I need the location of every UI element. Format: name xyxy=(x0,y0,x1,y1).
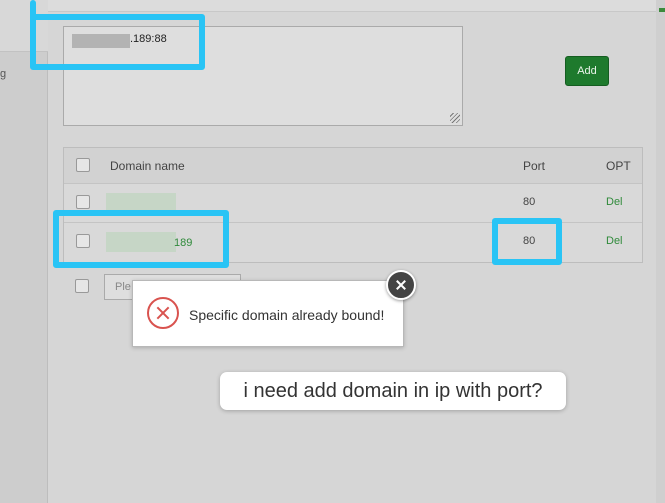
select-all-checkbox[interactable] xyxy=(76,158,90,172)
background-right-edge xyxy=(655,0,665,503)
highlight-stroke xyxy=(30,0,36,20)
highlight-domain xyxy=(53,210,229,268)
row-port: 80 xyxy=(523,196,536,208)
add-button[interactable]: Add xyxy=(565,56,609,86)
delete-link[interactable]: Del xyxy=(606,235,623,247)
row-checkbox[interactable] xyxy=(76,195,90,209)
annotation-question: i need add domain in ip with port? xyxy=(220,372,566,410)
new-row-checkbox[interactable] xyxy=(75,279,89,293)
highlight-ip-port xyxy=(30,14,205,70)
highlight-port xyxy=(492,218,562,265)
close-icon[interactable] xyxy=(386,270,416,300)
table-header-row: Domain name Port OPT xyxy=(64,148,642,184)
column-header-opt: OPT xyxy=(606,159,631,173)
error-circle-x-icon xyxy=(147,297,179,329)
error-toast-message: Specific domain already bound! xyxy=(189,307,385,323)
background-sidebar: g xyxy=(0,0,48,503)
delete-link[interactable]: Del xyxy=(606,196,623,208)
resize-grip-icon[interactable] xyxy=(450,113,460,123)
column-header-port: Port xyxy=(523,159,546,173)
error-toast: Specific domain already bound! xyxy=(132,280,404,347)
background-green-icon xyxy=(659,8,665,12)
column-header-domain: Domain name xyxy=(110,159,185,173)
background-sidebar-text: g xyxy=(0,68,7,80)
dialog-title-bar xyxy=(48,0,656,12)
